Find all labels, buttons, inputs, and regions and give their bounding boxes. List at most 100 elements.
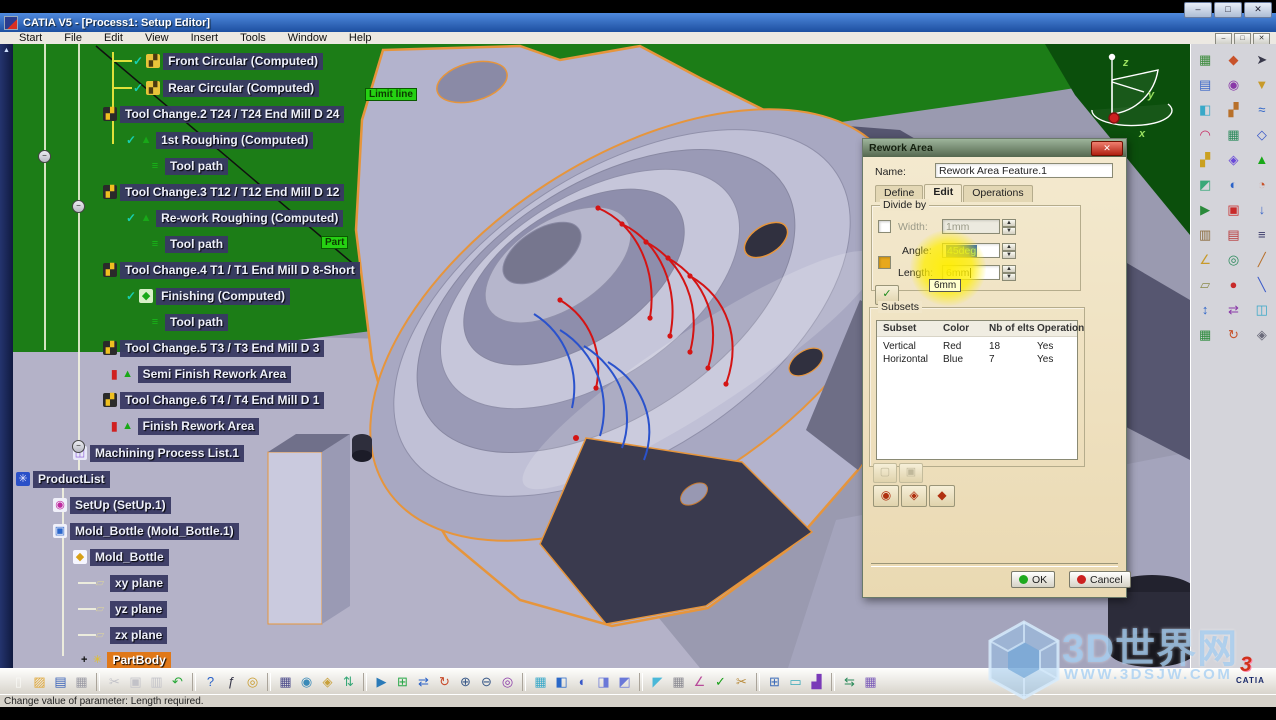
expander-icon[interactable]: + xyxy=(81,654,87,666)
roughing-icon[interactable]: ▞ xyxy=(1224,102,1242,118)
tree-item[interactable]: ▱xy plane xyxy=(93,574,168,592)
check-status-icon[interactable]: ✓ xyxy=(710,673,731,691)
tree-item[interactable]: ▞Tool Change.5 T3 / T3 End Mill D 3 xyxy=(103,339,324,357)
pick-curve-button[interactable]: ◈ xyxy=(901,485,927,507)
video-sim-icon[interactable]: ▣ xyxy=(1224,202,1242,218)
transform-icon[interactable]: ⇄ xyxy=(1224,302,1242,318)
tree-item[interactable]: ✓◆Finishing (Computed) xyxy=(126,287,290,305)
contour-icon[interactable]: ◠ xyxy=(1196,127,1214,143)
facing-icon[interactable]: ▦ xyxy=(1224,127,1242,143)
surface-mill-icon[interactable]: ◧ xyxy=(1196,102,1214,118)
normal-view-icon[interactable]: ◎ xyxy=(497,673,518,691)
subsets-cell[interactable]: Yes xyxy=(1037,341,1053,352)
zoom-in-icon[interactable]: ⊕ xyxy=(455,673,476,691)
nc-output-icon[interactable]: ↓ xyxy=(1253,202,1271,218)
tree-item[interactable]: ▣Mold_Bottle (Mold_Bottle.1) xyxy=(53,522,239,540)
width-spinner[interactable]: ▲▼ xyxy=(1002,219,1016,234)
tree-item[interactable]: ▞Tool Change.4 T1 / T1 End Mill D 8-Shor… xyxy=(103,261,360,279)
rotate-icon[interactable]: ↻ xyxy=(434,673,455,691)
plane-tool-icon[interactable]: ▱ xyxy=(1196,277,1214,293)
print-icon[interactable]: ▦ xyxy=(71,673,92,691)
shaded-view-icon[interactable]: ◐ xyxy=(572,673,593,691)
post-process-icon[interactable]: ▥ xyxy=(1196,227,1214,243)
tree-item[interactable]: ▞Tool Change.6 T4 / T4 End Mill D 1 xyxy=(103,391,324,409)
constraint-icon[interactable]: ◎ xyxy=(1224,252,1242,268)
tool-change-icon[interactable]: ▞ xyxy=(1196,152,1214,168)
fit-all-in-icon[interactable]: ⊞ xyxy=(392,673,413,691)
zoom-out-icon[interactable]: ⊖ xyxy=(476,673,497,691)
pad-mill-icon[interactable]: ▤ xyxy=(1196,77,1214,93)
mirror-icon[interactable]: ◫ xyxy=(1253,302,1271,318)
fly-mode-icon[interactable]: ▶ xyxy=(371,673,392,691)
subsets-cell[interactable]: Yes xyxy=(1037,354,1053,365)
collaboration-icon[interactable]: ◉ xyxy=(296,673,317,691)
title-bar[interactable]: CATIA V5 - [Process1: Setup Editor] xyxy=(0,13,1276,32)
drilling-icon[interactable]: ▼ xyxy=(1253,77,1271,93)
rework-area-icon[interactable]: ▲ xyxy=(1253,152,1271,168)
length-spinner[interactable]: ▲▼ xyxy=(1002,265,1016,280)
subsets-cell[interactable]: Vertical xyxy=(883,341,916,352)
ok-button[interactable]: OK xyxy=(1011,571,1055,588)
save-icon[interactable]: ▤ xyxy=(50,673,71,691)
tab-edit[interactable]: Edit xyxy=(924,184,962,202)
knife-icon[interactable]: ✂ xyxy=(731,673,752,691)
tree-item[interactable]: ▮▲Finish Rework Area xyxy=(111,417,259,435)
process-table-icon[interactable]: ▦ xyxy=(1196,52,1214,68)
formula-icon[interactable]: ƒ xyxy=(221,673,242,691)
width-checkbox[interactable] xyxy=(878,220,891,233)
sketcher-icon[interactable]: ╱ xyxy=(1253,252,1271,268)
tree-item[interactable]: +✳PartBody xyxy=(81,651,171,669)
options-slider-icon[interactable]: ⇅ xyxy=(338,673,359,691)
tree-item[interactable]: ▞Tool Change.3 T12 / T12 End Mill D 12 xyxy=(103,183,344,201)
cancel-button[interactable]: Cancel xyxy=(1069,571,1131,588)
measure-item-icon[interactable]: ∠ xyxy=(1196,252,1214,268)
menu-edit[interactable]: Edit xyxy=(95,32,132,44)
chart-icon[interactable]: ▟ xyxy=(806,673,827,691)
tree-item[interactable]: ▱zx plane xyxy=(93,626,167,644)
arrow-select-icon[interactable]: ➤ xyxy=(1253,52,1271,68)
menu-insert[interactable]: Insert xyxy=(182,32,228,44)
pick-element-button[interactable]: ◆ xyxy=(929,485,955,507)
angle-length-checkbox[interactable] xyxy=(878,256,891,269)
tab-operations[interactable]: Operations xyxy=(963,185,1032,202)
tree-item[interactable]: ◫Machining Process List.1 xyxy=(73,444,244,462)
profile-icon[interactable]: ◇ xyxy=(1253,127,1271,143)
subsets-cell[interactable]: Red xyxy=(943,341,961,352)
pocket-mill-icon[interactable]: ◉ xyxy=(1224,77,1242,93)
menu-file[interactable]: File xyxy=(55,32,91,44)
open-folder-icon[interactable]: ▨ xyxy=(29,673,50,691)
minimize-button[interactable]: – xyxy=(1184,2,1212,18)
undo-icon[interactable]: ↶ xyxy=(167,673,188,691)
subsets-cell[interactable]: Blue xyxy=(943,354,963,365)
analysis-icon[interactable]: ◔ xyxy=(1253,177,1271,193)
tree-item[interactable]: ◉SetUp (SetUp.1) xyxy=(53,496,171,514)
axis-tool-icon[interactable]: ↕ xyxy=(1196,302,1214,318)
context-help-icon[interactable]: ? xyxy=(200,673,221,691)
eraser-icon[interactable]: ◤ xyxy=(647,673,668,691)
spotlight-search-icon[interactable]: ◎ xyxy=(242,673,263,691)
simulation-play-icon[interactable]: ▶ xyxy=(1196,202,1214,218)
angle-input[interactable]: 45deg xyxy=(942,243,1000,258)
lock-icon[interactable]: ◈ xyxy=(317,673,338,691)
subsets-table[interactable]: SubsetColorNb of eltsOperationVerticalRe… xyxy=(876,320,1078,460)
iso-view-icon[interactable]: ◧ xyxy=(551,673,572,691)
geometry-zone-icon[interactable]: ◩ xyxy=(1196,177,1214,193)
update-icon[interactable]: ↻ xyxy=(1224,327,1242,343)
settings-icon[interactable]: ◈ xyxy=(1253,327,1271,343)
width-input[interactable]: 1mm xyxy=(942,219,1000,234)
pan-icon[interactable]: ⇄ xyxy=(413,673,434,691)
copy-icon[interactable]: ▣ xyxy=(125,673,146,691)
catalog-icon[interactable]: ▤ xyxy=(1224,227,1242,243)
dialog-title-bar[interactable]: Rework Area xyxy=(863,139,1126,157)
wireframe-view-icon[interactable]: ◨ xyxy=(593,673,614,691)
scroll-up-icon[interactable]: ▲ xyxy=(0,47,13,54)
view-mode-icon[interactable]: ◐ xyxy=(1224,177,1242,193)
calculator-icon[interactable]: ▦ xyxy=(275,673,296,691)
dialog-close-icon[interactable]: ✕ xyxy=(1091,141,1123,156)
batch-output-icon[interactable]: ▦ xyxy=(860,673,881,691)
maximize-button[interactable]: □ xyxy=(1214,2,1242,18)
viewport-left-bar[interactable]: ▲ xyxy=(0,44,13,668)
point-tool-icon[interactable]: ● xyxy=(1224,277,1242,293)
menu-help[interactable]: Help xyxy=(340,32,381,44)
hidden-line-view-icon[interactable]: ◩ xyxy=(614,673,635,691)
